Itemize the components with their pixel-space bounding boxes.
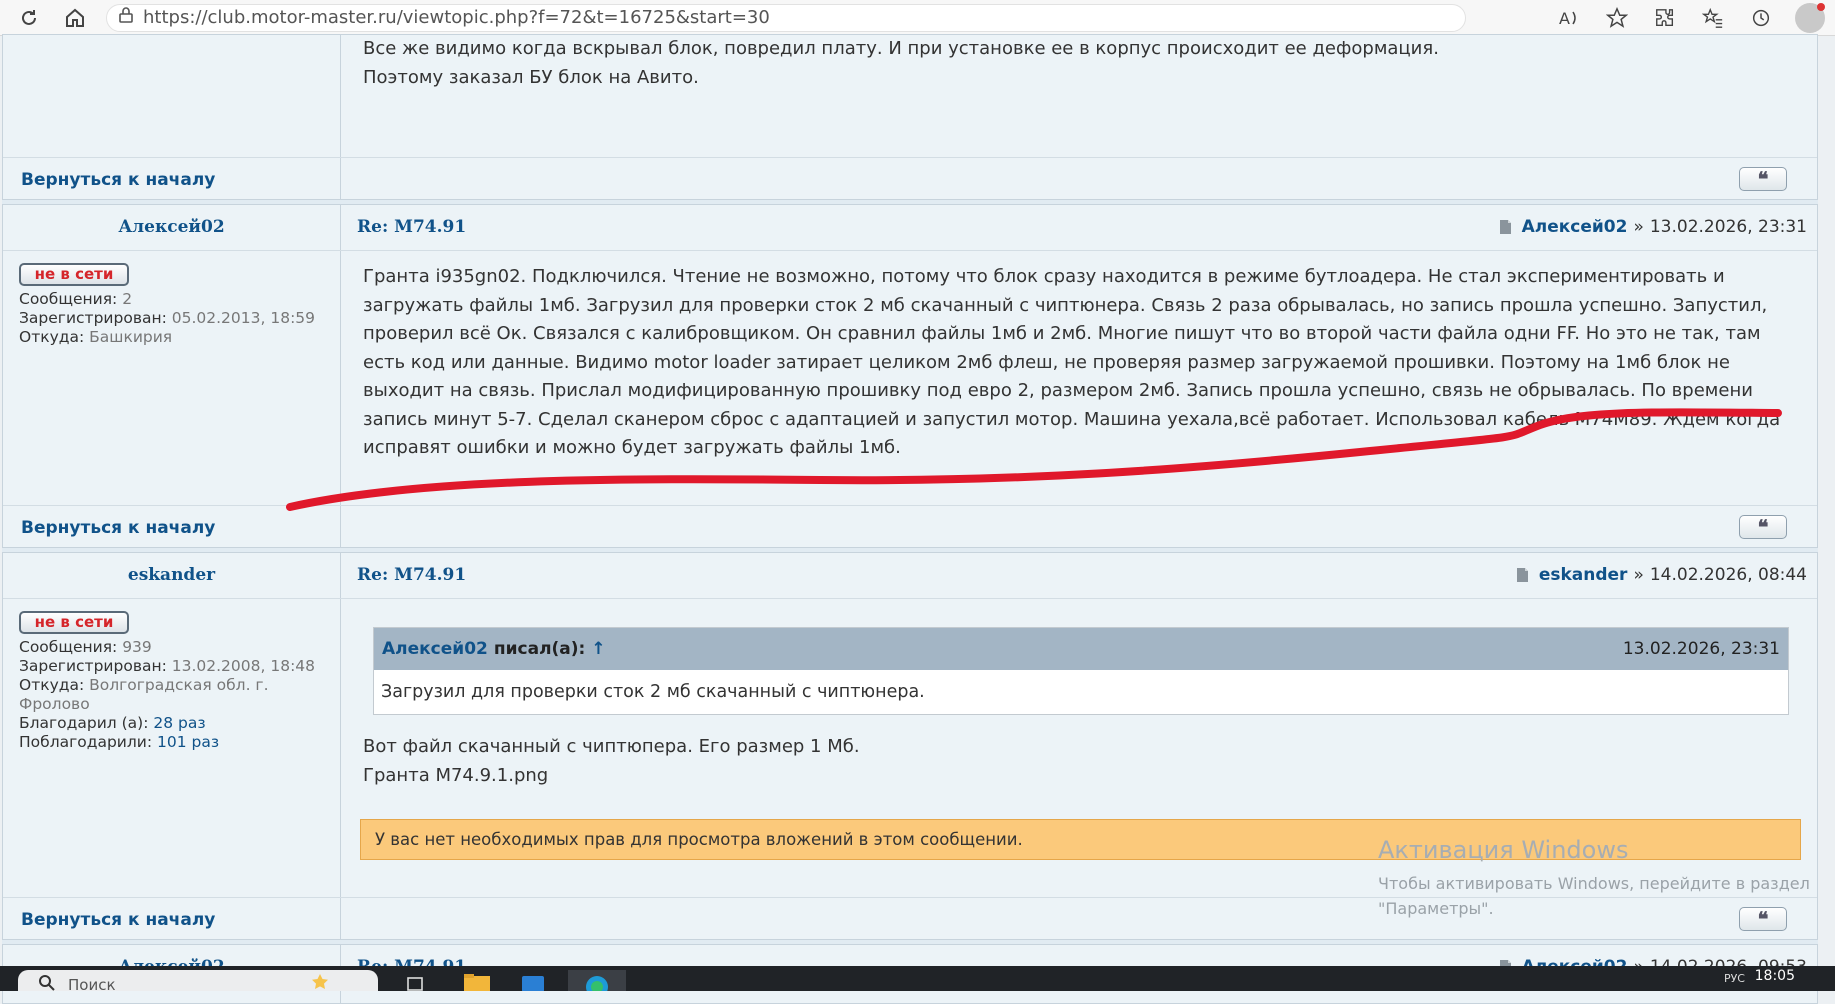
search-icon <box>38 974 56 996</box>
windows-taskbar: Поиск РУС 18:05 <box>0 966 1835 998</box>
widgets-icon[interactable] <box>300 970 340 991</box>
watermark-title: Активация Windows <box>1378 836 1629 864</box>
taskbar-search-placeholder: Поиск <box>68 976 116 994</box>
file-explorer-icon[interactable] <box>456 970 496 992</box>
watermark-line: "Параметры". <box>1378 899 1494 918</box>
taskbar-clock[interactable]: 18:05 <box>1755 968 1795 984</box>
windows-activation-watermark: Активация Windows Чтобы активировать Win… <box>1378 838 1810 921</box>
keyboard-language[interactable]: РУС <box>1724 972 1745 985</box>
store-icon[interactable] <box>512 970 552 992</box>
task-view-icon[interactable] <box>396 970 436 991</box>
edge-browser-icon[interactable] <box>568 970 626 998</box>
watermark-line: Чтобы активировать Windows, перейдите в … <box>1378 874 1810 893</box>
